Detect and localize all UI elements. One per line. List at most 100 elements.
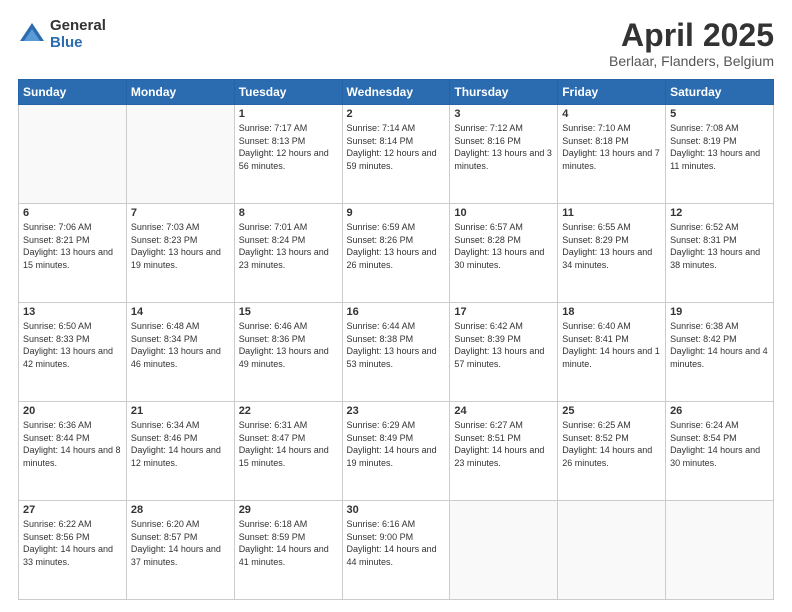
logo: General Blue <box>18 18 106 51</box>
day-info: Sunrise: 7:08 AM Sunset: 8:19 PM Dayligh… <box>670 122 769 172</box>
calendar-cell: 15Sunrise: 6:46 AM Sunset: 8:36 PM Dayli… <box>234 303 342 402</box>
calendar-cell <box>666 501 774 600</box>
day-info: Sunrise: 6:29 AM Sunset: 8:49 PM Dayligh… <box>347 419 446 469</box>
day-number: 8 <box>239 207 338 219</box>
day-info: Sunrise: 6:40 AM Sunset: 8:41 PM Dayligh… <box>562 320 661 370</box>
logo-icon <box>18 21 46 49</box>
calendar-cell: 10 Sunrise: 6:57 AM Sunset: 8:28 PM Dayli… <box>450 204 558 303</box>
calendar-cell: 20 Sunrise: 6:36 AM Sunset: 8:44 PM Dayli… <box>19 402 127 501</box>
day-number: 5 <box>670 108 769 120</box>
calendar-cell: 3 Sunrise: 7:12 AM Sunset: 8:16 PM Daylig… <box>450 105 558 204</box>
day-number: 20 <box>23 405 122 417</box>
week-row-4: 20 Sunrise: 6:36 AM Sunset: 8:44 PM Dayli… <box>19 402 774 501</box>
day-number: 10 <box>454 207 553 219</box>
day-number: 9 <box>347 207 446 219</box>
calendar-cell: 1 Sunrise: 7:17 AM Sunset: 8:13 PM Daylig… <box>234 105 342 204</box>
day-number: 24 <box>454 405 553 417</box>
calendar-cell: 7 Sunrise: 7:03 AM Sunset: 8:23 PM Daylig… <box>126 204 234 303</box>
weekday-header-sunday: Sunday <box>19 80 127 105</box>
calendar-cell: 2 Sunrise: 7:14 AM Sunset: 8:14 PM Daylig… <box>342 105 450 204</box>
day-number: 13 <box>23 306 122 318</box>
week-row-1: 1 Sunrise: 7:17 AM Sunset: 8:13 PM Daylig… <box>19 105 774 204</box>
weekday-header-saturday: Saturday <box>666 80 774 105</box>
calendar-cell: 24 Sunrise: 6:27 AM Sunset: 8:51 PM Dayli… <box>450 402 558 501</box>
calendar-cell <box>126 105 234 204</box>
day-number: 21 <box>131 405 230 417</box>
calendar-cell: 4Sunrise: 7:10 AM Sunset: 8:18 PM Daylig… <box>558 105 666 204</box>
day-info: Sunrise: 6:34 AM Sunset: 8:46 PM Dayligh… <box>131 419 230 469</box>
day-info: Sunrise: 6:44 AM Sunset: 8:38 PM Dayligh… <box>347 320 446 370</box>
day-number: 14 <box>131 306 230 318</box>
day-number: 29 <box>239 504 338 516</box>
logo-text: General Blue <box>50 18 106 51</box>
day-info: Sunrise: 6:18 AM Sunset: 8:59 PM Dayligh… <box>239 518 338 568</box>
calendar-subtitle: Berlaar, Flanders, Belgium <box>609 53 774 69</box>
weekday-header-tuesday: Tuesday <box>234 80 342 105</box>
day-info: Sunrise: 6:42 AM Sunset: 8:39 PM Dayligh… <box>454 320 553 370</box>
day-number: 2 <box>347 108 446 120</box>
day-number: 18 <box>562 306 661 318</box>
calendar-cell <box>19 105 127 204</box>
day-info: Sunrise: 6:50 AM Sunset: 8:33 PM Dayligh… <box>23 320 122 370</box>
day-number: 16 <box>347 306 446 318</box>
calendar-cell: 13 Sunrise: 6:50 AM Sunset: 8:33 PM Dayli… <box>19 303 127 402</box>
calendar-table: SundayMondayTuesdayWednesdayThursdayFrid… <box>18 79 774 600</box>
day-number: 6 <box>23 207 122 219</box>
calendar-cell: 28Sunrise: 6:20 AM Sunset: 8:57 PM Dayli… <box>126 501 234 600</box>
calendar-cell: 8 Sunrise: 7:01 AM Sunset: 8:24 PM Daylig… <box>234 204 342 303</box>
title-block: April 2025 Berlaar, Flanders, Belgium <box>609 18 774 69</box>
day-info: Sunrise: 6:36 AM Sunset: 8:44 PM Dayligh… <box>23 419 122 469</box>
calendar-cell: 30 Sunrise: 6:16 AM Sunset: 9:00 PM Dayli… <box>342 501 450 600</box>
day-number: 12 <box>670 207 769 219</box>
calendar-cell: 17 Sunrise: 6:42 AM Sunset: 8:39 PM Dayli… <box>450 303 558 402</box>
calendar-cell: 27 Sunrise: 6:22 AM Sunset: 8:56 PM Dayli… <box>19 501 127 600</box>
calendar-cell: 26 Sunrise: 6:24 AM Sunset: 8:54 PM Dayli… <box>666 402 774 501</box>
calendar-cell: 21 Sunrise: 6:34 AM Sunset: 8:46 PM Dayli… <box>126 402 234 501</box>
weekday-header-monday: Monday <box>126 80 234 105</box>
week-row-2: 6Sunrise: 7:06 AM Sunset: 8:21 PM Daylig… <box>19 204 774 303</box>
calendar-cell: 18 Sunrise: 6:40 AM Sunset: 8:41 PM Dayli… <box>558 303 666 402</box>
day-info: Sunrise: 6:24 AM Sunset: 8:54 PM Dayligh… <box>670 419 769 469</box>
day-info: Sunrise: 7:03 AM Sunset: 8:23 PM Dayligh… <box>131 221 230 271</box>
day-info: Sunrise: 6:22 AM Sunset: 8:56 PM Dayligh… <box>23 518 122 568</box>
day-info: Sunrise: 6:46 AM Sunset: 8:36 PM Dayligh… <box>239 320 338 370</box>
day-info: Sunrise: 6:55 AM Sunset: 8:29 PM Dayligh… <box>562 221 661 271</box>
weekday-header-thursday: Thursday <box>450 80 558 105</box>
page: General Blue April 2025 Berlaar, Flander… <box>0 0 792 612</box>
day-number: 26 <box>670 405 769 417</box>
day-number: 27 <box>23 504 122 516</box>
day-info: Sunrise: 7:12 AM Sunset: 8:16 PM Dayligh… <box>454 122 553 172</box>
day-info: Sunrise: 6:57 AM Sunset: 8:28 PM Dayligh… <box>454 221 553 271</box>
day-info: Sunrise: 6:59 AM Sunset: 8:26 PM Dayligh… <box>347 221 446 271</box>
weekday-header-wednesday: Wednesday <box>342 80 450 105</box>
day-number: 28 <box>131 504 230 516</box>
day-info: Sunrise: 7:01 AM Sunset: 8:24 PM Dayligh… <box>239 221 338 271</box>
calendar-cell: 14 Sunrise: 6:48 AM Sunset: 8:34 PM Dayli… <box>126 303 234 402</box>
week-row-5: 27 Sunrise: 6:22 AM Sunset: 8:56 PM Dayli… <box>19 501 774 600</box>
calendar-cell: 29 Sunrise: 6:18 AM Sunset: 8:59 PM Dayli… <box>234 501 342 600</box>
day-number: 25 <box>562 405 661 417</box>
day-info: Sunrise: 6:31 AM Sunset: 8:47 PM Dayligh… <box>239 419 338 469</box>
day-info: Sunrise: 6:38 AM Sunset: 8:42 PM Dayligh… <box>670 320 769 370</box>
calendar-title: April 2025 <box>609 18 774 53</box>
calendar-cell: 23 Sunrise: 6:29 AM Sunset: 8:49 PM Dayli… <box>342 402 450 501</box>
day-number: 11 <box>562 207 661 219</box>
calendar-cell: 6Sunrise: 7:06 AM Sunset: 8:21 PM Daylig… <box>19 204 127 303</box>
day-info: Sunrise: 7:17 AM Sunset: 8:13 PM Dayligh… <box>239 122 338 172</box>
logo-general-text: General <box>50 18 106 35</box>
day-number: 4 <box>562 108 661 120</box>
day-info: Sunrise: 6:27 AM Sunset: 8:51 PM Dayligh… <box>454 419 553 469</box>
day-number: 17 <box>454 306 553 318</box>
day-info: Sunrise: 6:16 AM Sunset: 9:00 PM Dayligh… <box>347 518 446 568</box>
day-info: Sunrise: 7:14 AM Sunset: 8:14 PM Dayligh… <box>347 122 446 172</box>
calendar-cell <box>450 501 558 600</box>
week-row-3: 13 Sunrise: 6:50 AM Sunset: 8:33 PM Dayli… <box>19 303 774 402</box>
day-number: 23 <box>347 405 446 417</box>
day-number: 1 <box>239 108 338 120</box>
day-number: 30 <box>347 504 446 516</box>
day-number: 7 <box>131 207 230 219</box>
day-number: 3 <box>454 108 553 120</box>
calendar-cell: 12Sunrise: 6:52 AM Sunset: 8:31 PM Dayli… <box>666 204 774 303</box>
day-info: Sunrise: 6:48 AM Sunset: 8:34 PM Dayligh… <box>131 320 230 370</box>
header: General Blue April 2025 Berlaar, Flander… <box>18 18 774 69</box>
